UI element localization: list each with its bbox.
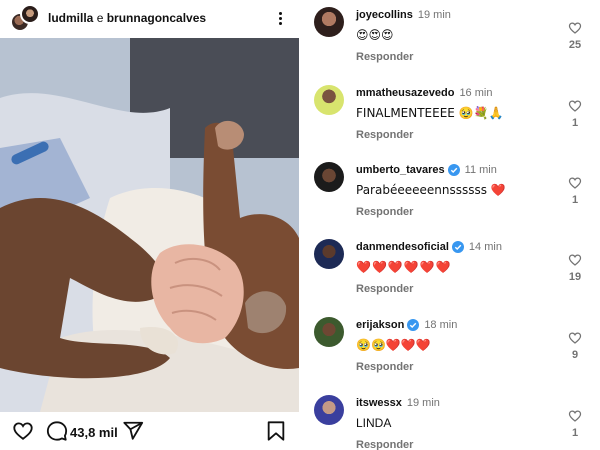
comment-username[interactable]: erijakson	[356, 319, 404, 331]
comment-text: Parabéeeeeennssssss ❤️	[356, 183, 506, 197]
comments-list: joyecollins 19 min 😍😍😍 Responder 25 mmat…	[300, 0, 600, 450]
comment-item: danmendesoficial 14 min ❤️❤️❤️❤️❤️❤️ Res…	[300, 232, 600, 302]
avatar[interactable]	[314, 395, 344, 425]
comment-like-count: 9	[571, 349, 579, 361]
reply-button[interactable]: Responder	[356, 283, 413, 295]
post-action-bar: 43,8 mil	[0, 414, 300, 450]
comment-time: 14 min	[468, 241, 502, 253]
comment-like-heart-icon[interactable]	[568, 253, 582, 272]
post-user-1[interactable]: ludmilla	[48, 11, 93, 25]
reply-button[interactable]: Responder	[356, 361, 413, 373]
comment-item: erijakson 18 min 🥹🥹❤️❤️❤️ Responder 9	[300, 310, 600, 380]
comment-header: itswessx 19 min	[356, 397, 440, 409]
comment-like-heart-icon[interactable]	[568, 331, 582, 350]
avatar[interactable]	[314, 85, 344, 115]
comment-username[interactable]: itswessx	[356, 397, 402, 409]
collab-avatars[interactable]	[10, 4, 40, 34]
comment-header: umberto_tavares 11 min	[356, 164, 497, 176]
comment-username[interactable]: danmendesoficial	[356, 241, 449, 253]
avatar-brunnagoncalves[interactable]	[20, 4, 40, 24]
reply-button[interactable]: Responder	[356, 129, 413, 141]
comment-like-heart-icon[interactable]	[568, 99, 582, 118]
post-user-connector: e	[96, 11, 104, 25]
comment-username[interactable]: mmatheusazevedo	[356, 87, 454, 99]
comment-text: LINDA	[356, 416, 392, 430]
comment-item: umberto_tavares 11 min Parabéeeeeennssss…	[300, 155, 600, 225]
post-photo[interactable]	[0, 38, 299, 412]
comment-like-count: 1	[571, 194, 579, 206]
comment-item: itswessx 19 min LINDA Responder 1	[300, 388, 600, 450]
comment-count: 43,8 mil	[70, 425, 118, 440]
comment-time: 11 min	[464, 164, 497, 176]
reply-button[interactable]: Responder	[356, 51, 413, 63]
instagram-post: ludmilla e brunnagoncalves 43,8 mil	[0, 0, 300, 450]
comment-like-count: 25	[568, 39, 582, 51]
verified-badge-icon	[447, 164, 460, 176]
comment-time: 18 min	[424, 319, 458, 331]
comment-like-count: 1	[571, 427, 579, 439]
verified-badge-icon	[451, 241, 464, 253]
reply-button[interactable]: Responder	[356, 439, 413, 450]
share-paper-plane-icon[interactable]	[122, 420, 144, 447]
comment-username[interactable]: umberto_tavares	[356, 164, 445, 176]
comment-like-heart-icon[interactable]	[568, 409, 582, 428]
save-bookmark-icon[interactable]	[266, 420, 286, 447]
post-user-2[interactable]: brunnagoncalves	[107, 11, 206, 25]
verified-badge-icon	[407, 319, 420, 331]
comment-username[interactable]: joyecollins	[356, 9, 413, 21]
comment-like-heart-icon[interactable]	[568, 21, 582, 40]
comment-bubble-icon[interactable]	[46, 420, 68, 447]
avatar[interactable]	[314, 162, 344, 192]
comment-text: FINALMENTEEEE 🥹💐🙏	[356, 106, 504, 120]
post-header: ludmilla e brunnagoncalves	[0, 0, 300, 36]
comment-text: 🥹🥹❤️❤️❤️	[356, 338, 431, 352]
comment-header: erijakson 18 min	[356, 319, 457, 331]
comment-header: joyecollins 19 min	[356, 9, 451, 21]
avatar[interactable]	[314, 239, 344, 269]
comment-text: 😍😍😍	[356, 28, 394, 42]
comment-header: danmendesoficial 14 min	[356, 241, 502, 253]
comment-time: 19 min	[406, 397, 440, 409]
comment-like-count: 19	[568, 271, 582, 283]
comment-item: mmatheusazevedo 16 min FINALMENTEEEE 🥹💐🙏…	[300, 78, 600, 148]
like-heart-icon[interactable]	[12, 420, 34, 447]
comment-time: 16 min	[459, 87, 493, 99]
avatar[interactable]	[314, 7, 344, 37]
comment-like-count: 1	[571, 117, 579, 129]
post-photo-illustration	[0, 38, 299, 412]
avatar[interactable]	[314, 317, 344, 347]
comment-text: ❤️❤️❤️❤️❤️❤️	[356, 260, 452, 274]
post-usernames: ludmilla e brunnagoncalves	[48, 11, 206, 25]
comment-header: mmatheusazevedo 16 min	[356, 87, 492, 99]
comment-like-heart-icon[interactable]	[568, 176, 582, 195]
reply-button[interactable]: Responder	[356, 206, 413, 218]
more-options-icon[interactable]	[272, 8, 288, 28]
comment-time: 19 min	[417, 9, 451, 21]
comment-item: joyecollins 19 min 😍😍😍 Responder 25	[300, 0, 600, 70]
